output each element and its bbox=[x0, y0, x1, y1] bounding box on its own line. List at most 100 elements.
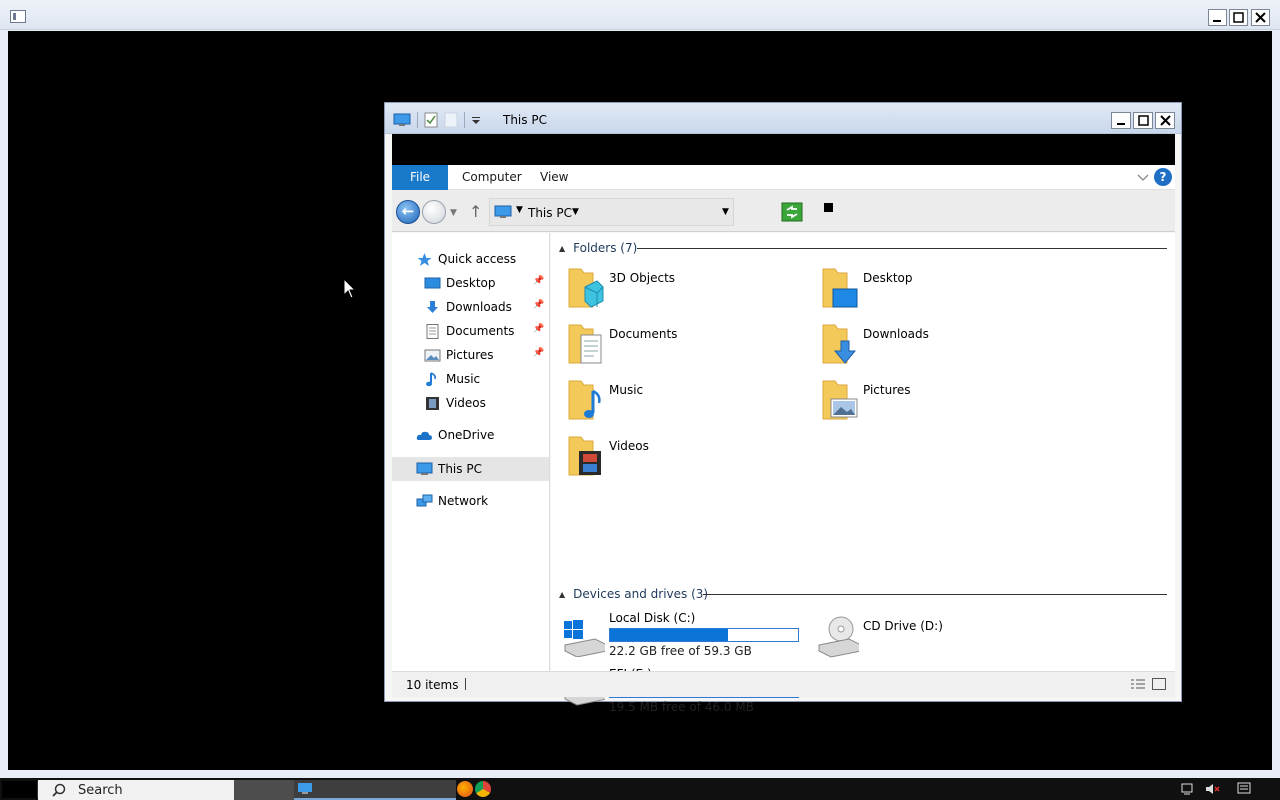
expand-ribbon-icon[interactable] bbox=[1136, 170, 1150, 184]
navigation-pane: Quick access Desktop 📌 Downloads 📌 Docum… bbox=[392, 233, 550, 671]
drive-cd-d[interactable]: CD Drive (D:) bbox=[811, 615, 1051, 665]
explorer-maximize-button[interactable] bbox=[1133, 112, 1153, 129]
desktop-icon bbox=[424, 277, 441, 288]
drive-local-disk-c[interactable]: Local Disk (C:) 22.2 GB free of 59.3 GB bbox=[557, 611, 817, 667]
properties-icon[interactable] bbox=[424, 112, 438, 128]
up-arrow-icon[interactable]: ↑ bbox=[469, 202, 482, 221]
folders-group-header[interactable]: ▲ Folders (7) bbox=[559, 239, 637, 257]
customize-toolbar-icon[interactable] bbox=[471, 114, 481, 126]
status-bar: 10 items bbox=[392, 671, 1175, 697]
back-button[interactable]: ← bbox=[396, 200, 420, 224]
explorer-minimize-button[interactable] bbox=[1111, 112, 1131, 129]
search-icon bbox=[52, 783, 66, 797]
network-tray-icon[interactable] bbox=[1180, 781, 1196, 797]
close-icon bbox=[1255, 12, 1266, 23]
maximize-icon bbox=[1137, 115, 1149, 126]
nav-onedrive[interactable]: OneDrive bbox=[416, 424, 494, 446]
start-button[interactable] bbox=[2, 781, 38, 798]
nav-label: Music bbox=[446, 372, 481, 386]
nav-label: Documents bbox=[446, 324, 515, 338]
explorer-close-button[interactable] bbox=[1155, 112, 1175, 129]
pictures-folder-icon bbox=[822, 380, 858, 420]
taskbar-search[interactable]: Search bbox=[38, 780, 234, 800]
folder-label: Videos bbox=[609, 439, 649, 453]
tab-view[interactable]: View bbox=[526, 165, 582, 190]
breadcrumb-this-pc[interactable]: This PC bbox=[528, 206, 572, 220]
search-box[interactable] bbox=[824, 203, 833, 212]
folder-music[interactable]: Music bbox=[557, 377, 797, 427]
drives-group-header[interactable]: ▲ Devices and drives (3) bbox=[559, 585, 708, 603]
minimize-icon bbox=[1213, 20, 1221, 22]
pin-icon[interactable]: 📌 bbox=[533, 300, 544, 310]
toolbar-separator bbox=[417, 112, 418, 128]
address-bar[interactable]: ▼ This PC ▼ ▼ bbox=[489, 198, 734, 226]
navigation-bar: ← ▼ ↑ ▼ This PC ▼ ▼ bbox=[392, 190, 1175, 232]
breadcrumb-chevron-icon[interactable]: ▼ bbox=[572, 207, 579, 217]
forward-button[interactable] bbox=[422, 200, 446, 224]
ribbon-tabs: File Computer View ? bbox=[392, 165, 1175, 190]
volume-muted-icon[interactable] bbox=[1204, 781, 1220, 797]
folder-pictures[interactable]: Pictures bbox=[811, 377, 1051, 427]
new-folder-icon[interactable] bbox=[444, 112, 458, 128]
folder-downloads[interactable]: Downloads bbox=[811, 321, 1051, 371]
maximize-button[interactable] bbox=[1229, 9, 1248, 26]
windows-drive-icon bbox=[564, 620, 605, 657]
pin-icon[interactable]: 📌 bbox=[533, 348, 544, 358]
tab-file[interactable]: File bbox=[392, 165, 448, 190]
this-pc-icon[interactable] bbox=[393, 113, 411, 127]
nav-network[interactable]: Network bbox=[416, 490, 488, 512]
tab-computer[interactable]: Computer bbox=[448, 165, 536, 190]
nav-label: Network bbox=[438, 494, 489, 508]
notifications-icon[interactable] bbox=[1236, 781, 1252, 797]
nav-this-pc[interactable]: This PC bbox=[416, 458, 482, 480]
large-icons-view-icon[interactable] bbox=[1152, 678, 1166, 690]
documents-icon bbox=[426, 323, 439, 339]
details-view-icon[interactable] bbox=[1130, 678, 1146, 691]
nav-item-music[interactable]: Music bbox=[424, 368, 480, 390]
nav-item-videos[interactable]: Videos bbox=[424, 392, 486, 414]
network-icon bbox=[416, 494, 433, 506]
nav-quick-access[interactable]: Quick access bbox=[416, 248, 516, 270]
explorer-titlebar[interactable]: This PC bbox=[385, 103, 1181, 134]
firefox-icon[interactable] bbox=[457, 781, 473, 797]
folder-label: Documents bbox=[609, 327, 678, 341]
remote-viewer-titlebar bbox=[0, 0, 1280, 30]
drive-usage-fill bbox=[610, 629, 728, 641]
nav-label: This PC bbox=[438, 462, 482, 476]
address-history-chevron-icon[interactable]: ▼ bbox=[722, 207, 729, 217]
collapse-triangle-icon[interactable]: ▲ bbox=[559, 244, 565, 253]
folder-desktop[interactable]: Desktop bbox=[811, 265, 1051, 315]
minimize-icon bbox=[1116, 123, 1125, 125]
mouse-cursor-icon bbox=[343, 278, 357, 299]
folder-documents[interactable]: Documents bbox=[557, 321, 797, 371]
taskbar-explorer-button[interactable] bbox=[294, 780, 456, 800]
content-pane[interactable]: ▲ Folders (7) 3D Objects Desktop Documen… bbox=[551, 233, 1175, 714]
nav-item-downloads[interactable]: Downloads bbox=[424, 296, 512, 318]
nav-item-documents[interactable]: Documents bbox=[424, 320, 514, 342]
nav-item-desktop[interactable]: Desktop bbox=[424, 272, 496, 294]
nav-label: Videos bbox=[446, 396, 486, 410]
task-view-area[interactable] bbox=[234, 780, 294, 800]
nav-label: Downloads bbox=[446, 300, 512, 314]
music-icon bbox=[426, 371, 436, 386]
videos-folder-icon bbox=[568, 436, 601, 476]
pictures-icon bbox=[424, 349, 441, 361]
item-count: 10 items bbox=[406, 678, 459, 692]
collapse-triangle-icon[interactable]: ▲ bbox=[559, 590, 565, 599]
refresh-icon[interactable] bbox=[781, 202, 803, 222]
pin-icon[interactable]: 📌 bbox=[533, 276, 544, 286]
taskbar: Search bbox=[0, 778, 1280, 800]
breadcrumb-chevron-icon[interactable]: ▼ bbox=[516, 205, 523, 215]
close-button[interactable] bbox=[1251, 9, 1270, 26]
folder-3d-objects[interactable]: 3D Objects bbox=[557, 265, 797, 315]
chrome-icon[interactable] bbox=[475, 781, 491, 797]
help-icon[interactable]: ? bbox=[1154, 168, 1172, 186]
nav-item-pictures[interactable]: Pictures bbox=[424, 344, 494, 366]
ribbon-placeholder bbox=[392, 134, 1175, 165]
minimize-button[interactable] bbox=[1208, 9, 1227, 26]
nav-label: Pictures bbox=[446, 348, 494, 362]
recent-locations-chevron-icon[interactable]: ▼ bbox=[450, 208, 457, 218]
pin-icon[interactable]: 📌 bbox=[533, 324, 544, 334]
window-system-icon[interactable] bbox=[10, 10, 26, 23]
folder-videos[interactable]: Videos bbox=[557, 433, 797, 483]
